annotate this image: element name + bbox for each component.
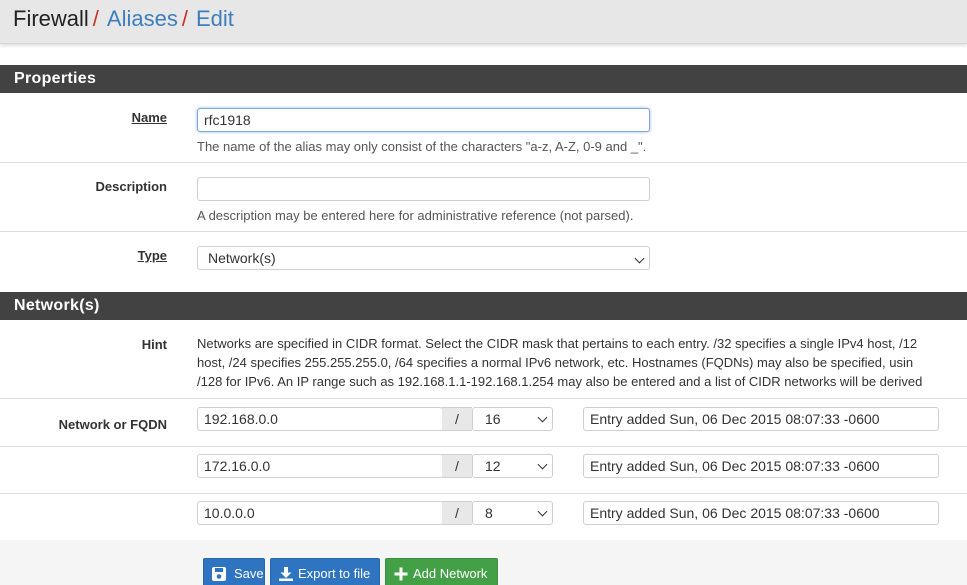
add-network-button[interactable]: Add Network [385, 558, 498, 585]
name-input[interactable]: rfc1918 [197, 108, 650, 132]
chevron-down-icon [634, 253, 645, 264]
type-select-value: Network(s) [208, 250, 276, 266]
cidr-slash-addon: / [442, 454, 472, 478]
cidr-slash-addon: / [442, 501, 472, 525]
download-icon [279, 567, 293, 581]
type-select[interactable]: Network(s) [197, 246, 650, 270]
top-bar: Firewall / Aliases / Edit [0, 0, 967, 44]
cidr-mask-select[interactable]: 12 [472, 454, 553, 478]
cidr-mask-value: 12 [485, 458, 501, 474]
chevron-down-icon [537, 459, 548, 470]
network-address-input[interactable]: 172.16.0.0 [197, 454, 443, 478]
hint-label: Hint [141, 337, 167, 352]
network-address-input[interactable]: 10.0.0.0 [197, 501, 443, 525]
breadcrumb-firewall: Firewall [13, 6, 89, 31]
row-divider [0, 398, 967, 399]
hint-line: /128 for IPv6. An IP range such as 192.1… [197, 374, 923, 389]
name-help-text: The name of the alias may only consist o… [197, 139, 647, 154]
description-label: Description [95, 179, 167, 194]
cidr-mask-value: 16 [485, 411, 501, 427]
row-divider [0, 493, 967, 494]
hint-line: Networks are specified in CIDR format. S… [197, 336, 918, 351]
save-button-label: Save [234, 566, 264, 581]
cidr-mask-select[interactable]: 16 [472, 407, 553, 431]
description-help-text: A description may be entered here for ad… [197, 208, 634, 223]
export-button-label: Export to file [298, 566, 371, 581]
network-address-input[interactable]: 192.168.0.0 [197, 407, 443, 431]
breadcrumb-edit-link[interactable]: Edit [196, 6, 234, 31]
breadcrumb-aliases-link[interactable]: Aliases [107, 6, 178, 31]
networks-heading: Network(s) [0, 292, 967, 320]
name-label: Name [131, 110, 167, 125]
chevron-down-icon [537, 506, 548, 517]
breadcrumb-separator: / [92, 6, 99, 31]
plus-icon [394, 567, 408, 581]
hint-line: host, /24 specifies 255.255.255.0, /64 s… [197, 355, 914, 370]
export-to-file-button[interactable]: Export to file [270, 558, 380, 585]
network-field-label: Network or FQDN [58, 417, 167, 432]
save-button[interactable]: Save [203, 558, 265, 585]
floppy-disk-icon [212, 567, 226, 581]
row-divider [0, 231, 967, 232]
cidr-slash-addon: / [442, 407, 472, 431]
cidr-mask-value: 8 [485, 505, 493, 521]
chevron-down-icon [537, 412, 548, 423]
properties-heading: Properties [0, 65, 967, 93]
network-description-input[interactable]: Entry added Sun, 06 Dec 2015 08:07:33 -0… [583, 407, 939, 431]
type-label: Type [137, 248, 167, 263]
network-description-input[interactable]: Entry added Sun, 06 Dec 2015 08:07:33 -0… [583, 454, 939, 478]
row-divider [0, 446, 967, 447]
breadcrumb: Firewall / Aliases / Edit [13, 6, 234, 32]
row-divider [0, 162, 967, 163]
add-network-button-label: Add Network [413, 566, 488, 581]
cidr-mask-select[interactable]: 8 [472, 501, 553, 525]
hint-text: Networks are specified in CIDR format. S… [197, 334, 967, 391]
breadcrumb-separator: / [181, 6, 188, 31]
network-description-input[interactable]: Entry added Sun, 06 Dec 2015 08:07:33 -0… [583, 501, 939, 525]
description-input[interactable] [197, 177, 650, 201]
